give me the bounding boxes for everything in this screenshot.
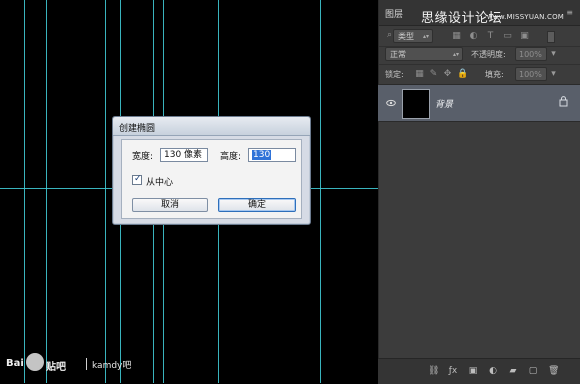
opacity-dropdown-icon[interactable]: ▾: [549, 50, 558, 59]
lock-all-icon[interactable]: 🔒: [457, 70, 468, 79]
layers-panel-footer: ⛓ ƒx ▣ ◐ ▰ ▢ 🗑: [378, 358, 580, 384]
dialog-content: 宽度: 130 像素 高度: 130 ✓ 从中心 取消 确定: [121, 139, 302, 219]
fill-label: 填充:: [485, 70, 504, 79]
height-label: 高度:: [220, 152, 242, 162]
filter-kind-select[interactable]: 类型 ▴▾: [393, 29, 433, 43]
link-icon[interactable]: ⛓: [428, 366, 439, 376]
cancel-button[interactable]: 取消: [132, 198, 208, 212]
folder-icon[interactable]: ▰: [508, 366, 518, 376]
dialog-title: 创建椭圆: [119, 124, 156, 134]
watermark-url: www.MISSYUAN.COM: [487, 13, 565, 21]
guide-vertical[interactable]: [320, 0, 321, 383]
from-center-checkbox[interactable]: ✓: [132, 174, 142, 185]
guide-vertical[interactable]: [46, 0, 47, 383]
filter-type-icon[interactable]: T: [486, 32, 495, 41]
from-center-label[interactable]: 从中心: [146, 175, 173, 188]
trash-icon[interactable]: 🗑: [548, 366, 559, 376]
adjustment-icon[interactable]: ◐: [488, 366, 498, 376]
lock-image-icon[interactable]: ✎: [429, 70, 438, 79]
width-label: 宽度:: [132, 152, 154, 162]
new-layer-icon[interactable]: ▢: [528, 366, 538, 376]
panel-menu-icon[interactable]: ≡: [566, 8, 573, 17]
mask-icon[interactable]: ▣: [468, 366, 478, 376]
chevron-down-icon: ▴▾: [452, 51, 459, 58]
eye-icon[interactable]: [386, 98, 396, 108]
fill-input[interactable]: 100%: [515, 67, 547, 81]
watermark-user: kamdy吧: [92, 361, 132, 371]
opacity-input[interactable]: 100%: [515, 47, 547, 61]
blend-mode-select[interactable]: 正常 ▴▾: [385, 47, 463, 61]
panel-title[interactable]: 图层: [385, 7, 403, 20]
fill-dropdown-icon[interactable]: ▾: [549, 70, 558, 79]
dialog-titlebar[interactable]: 创建椭圆: [113, 117, 310, 136]
filter-smart-object-icon[interactable]: ▣: [520, 32, 529, 41]
ok-button[interactable]: 确定: [218, 198, 296, 212]
tieba-logo-text: 贴吧: [46, 362, 66, 373]
fx-icon[interactable]: ƒx: [448, 366, 458, 376]
filter-pixel-icon[interactable]: ▦: [452, 32, 461, 41]
layers-panel: 图层 思缘设计论坛 www.MISSYUAN.COM ≡ ⌕ 类型 ▴▾ ▦ ◐…: [378, 0, 580, 383]
create-ellipse-dialog: 创建椭圆 宽度: 130 像素 高度: 130 ✓ 从中心 取消 确定: [112, 116, 311, 225]
height-value-selected: 130: [252, 150, 272, 160]
lock-transparent-icon[interactable]: ▦: [415, 70, 424, 79]
filter-kind-label: 类型: [398, 32, 414, 41]
blend-mode-label: 正常: [390, 50, 406, 59]
check-icon: ✓: [134, 174, 142, 184]
layer-row-background[interactable]: 背景: [378, 84, 580, 122]
width-input[interactable]: 130 像素: [160, 148, 208, 162]
filter-shape-icon[interactable]: ▭: [503, 32, 512, 41]
height-input[interactable]: 130: [248, 148, 296, 162]
baidu-logo-text: Bai: [6, 358, 24, 369]
layer-thumbnail[interactable]: [402, 89, 430, 119]
guide-vertical[interactable]: [105, 0, 106, 383]
paw-icon: [26, 353, 44, 371]
chevron-down-icon: ▴▾: [422, 33, 429, 40]
lock-icon: [559, 96, 568, 107]
panel-header: 图层 思缘设计论坛 www.MISSYUAN.COM ≡: [379, 0, 580, 26]
watermark-divider: [86, 358, 87, 370]
filter-adjustment-icon[interactable]: ◐: [469, 32, 478, 41]
lock-label: 锁定:: [385, 70, 404, 79]
filter-toggle[interactable]: [547, 31, 555, 43]
opacity-label: 不透明度:: [471, 50, 506, 59]
guide-vertical[interactable]: [24, 0, 25, 383]
baidu-tieba-watermark: Bai 贴吧 kamdy吧: [6, 352, 146, 376]
lock-position-icon[interactable]: ✥: [443, 70, 452, 79]
blend-row: 正常 ▴▾ 不透明度: 100% ▾: [379, 43, 580, 65]
lock-row: 锁定: ▦ ✎ ✥ 🔒 填充: 100% ▾: [379, 63, 580, 85]
layer-name[interactable]: 背景: [435, 97, 453, 110]
